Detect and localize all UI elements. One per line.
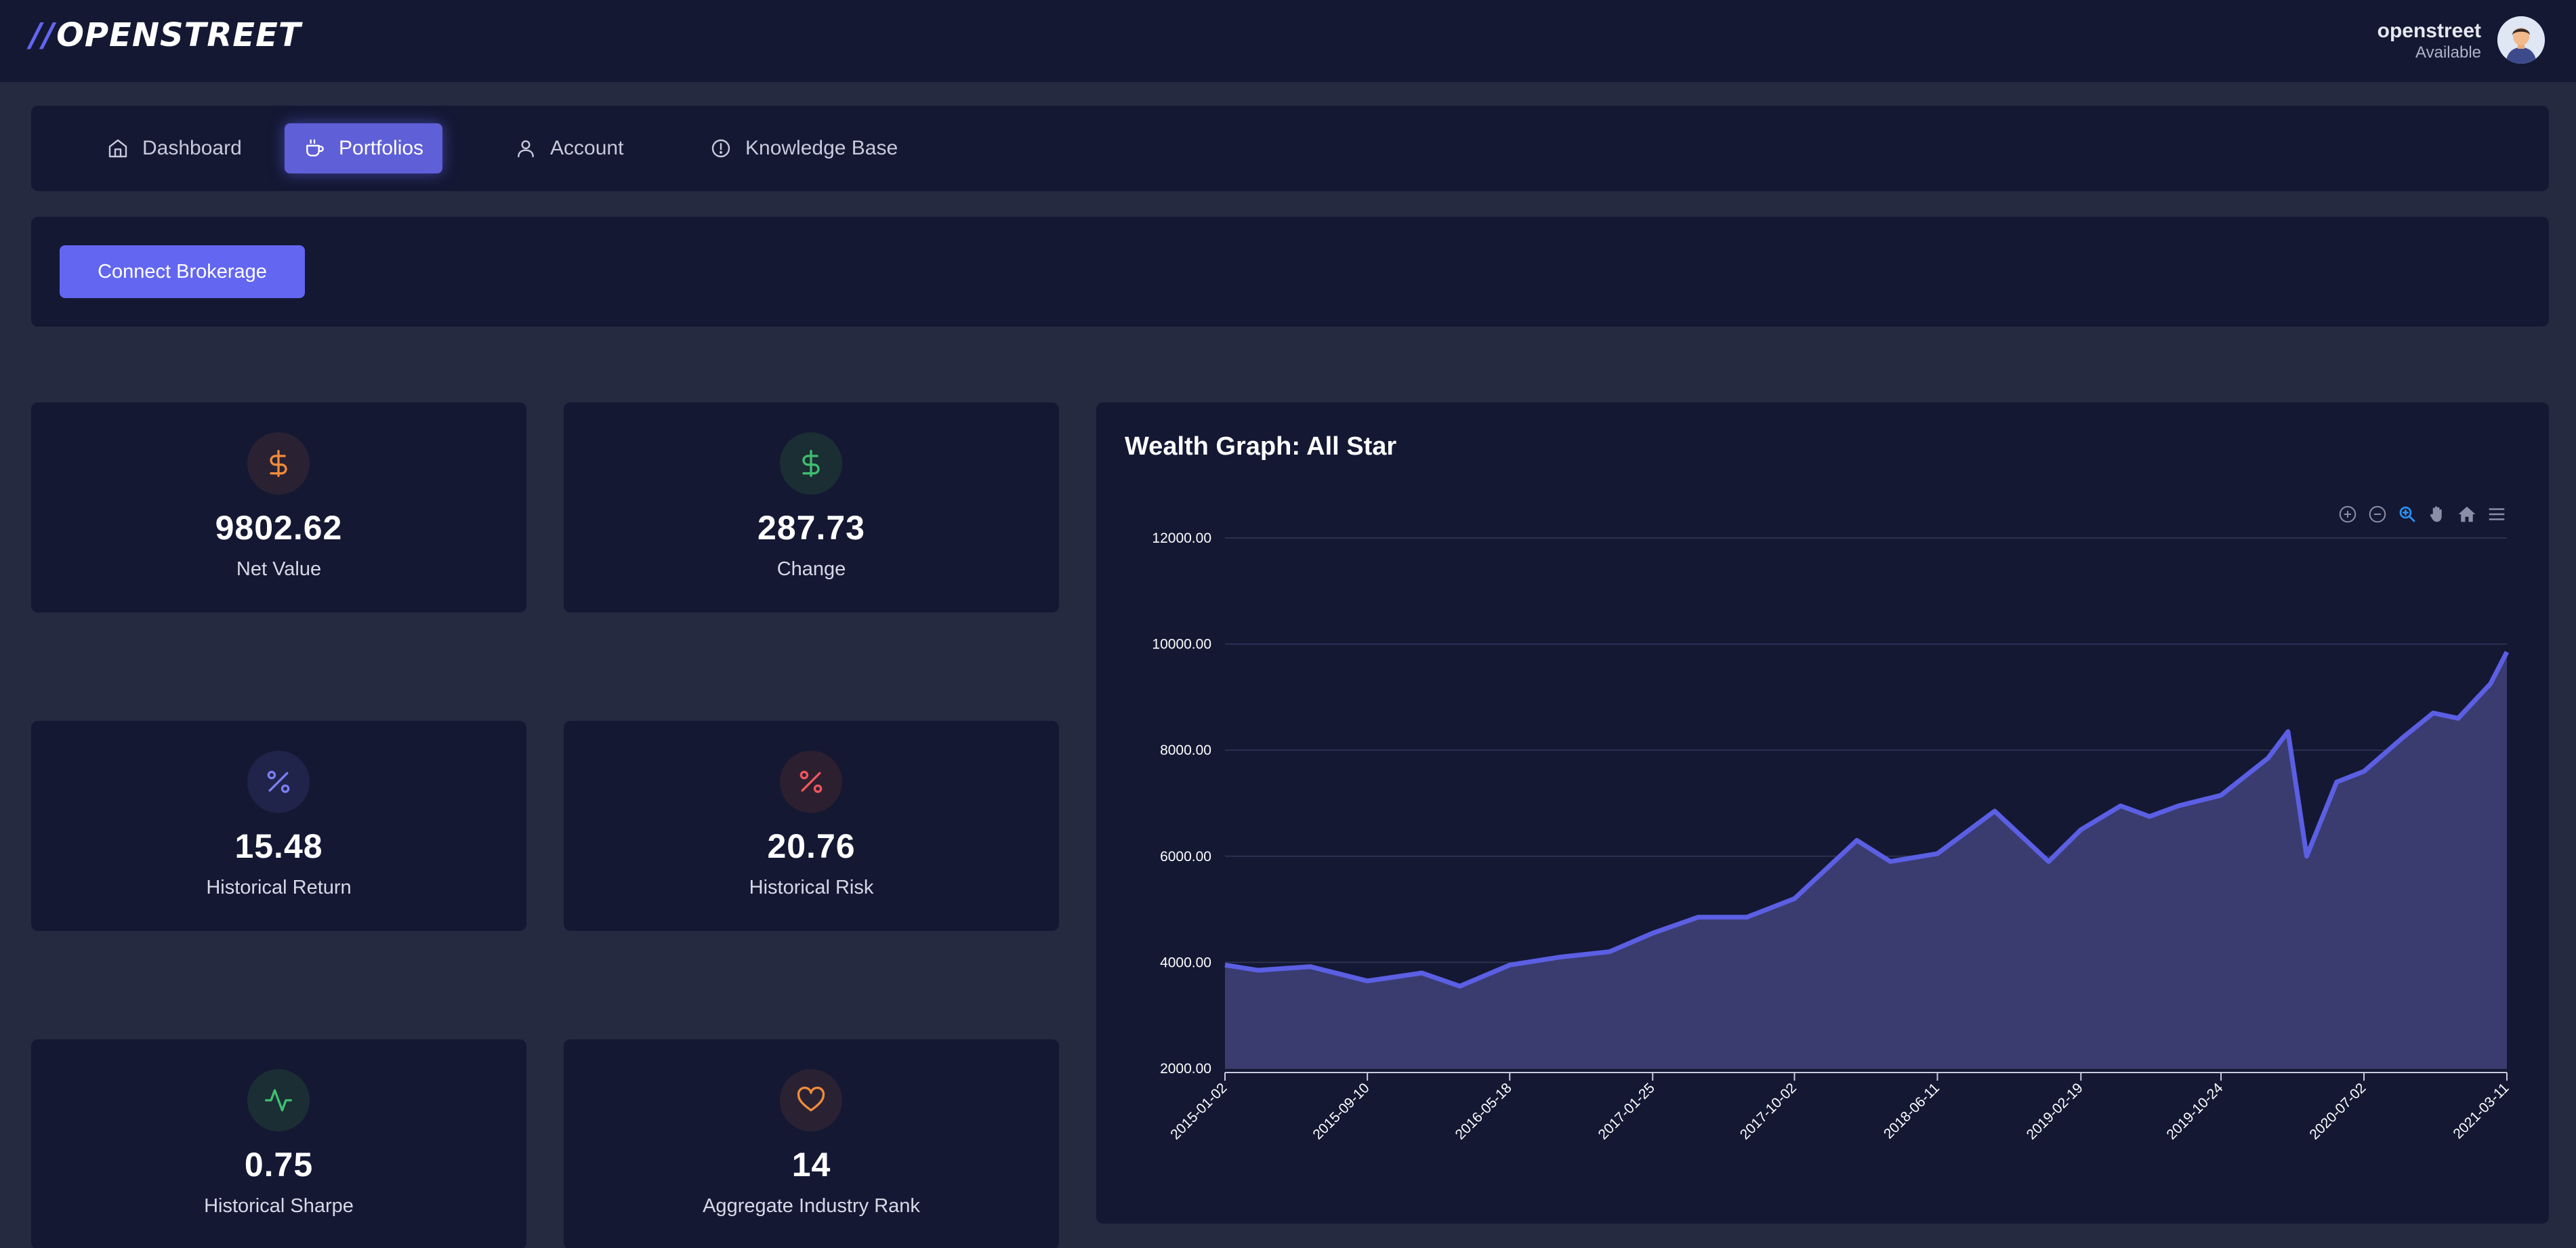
nav-item-dashboard[interactable]: Dashboard [88,123,261,173]
x-tick-label: 2021-03-11 [2450,1080,2512,1142]
x-tick-label: 2019-10-24 [2163,1080,2226,1142]
stat-card-change: 287.73 Change [564,402,1059,612]
stat-label: Net Value [236,558,322,580]
percent-icon [247,751,310,813]
nav-label-account: Account [550,137,624,159]
wealth-graph-card: Wealth Graph: All Star 2000.00 4000.00 600… [1096,402,2549,1224]
stat-label: Historical Sharpe [204,1195,354,1217]
x-tick-label: 2019-02-19 [2024,1080,2086,1142]
y-tick-label: 6000.00 [1160,849,1211,865]
stat-value: 20.76 [767,827,856,865]
y-tick-label: 4000.00 [1160,955,1211,970]
stat-value: 15.48 [234,827,323,865]
stat-card-historical-risk: 20.76 Historical Risk [564,721,1059,931]
zoom-out-icon[interactable] [2366,503,2389,526]
y-tick-label: 8000.00 [1160,743,1211,758]
x-tick-label: 2017-10-02 [1737,1080,1800,1142]
stat-label: Historical Risk [749,877,874,898]
percent-icon [780,751,842,813]
x-tick-label: 2015-01-02 [1167,1080,1230,1142]
stat-value: 287.73 [757,509,865,547]
info-icon [711,139,730,158]
pan-hand-icon[interactable] [2426,503,2449,526]
reset-home-icon[interactable] [2455,503,2478,526]
heart-icon [780,1069,842,1131]
nav-item-knowledge-base[interactable]: Knowledge Base [691,123,917,173]
x-tick-label: 2015-09-10 [1310,1080,1372,1142]
user-status: Available [2415,43,2481,62]
stat-value: 9802.62 [215,509,343,547]
menu-icon[interactable] [2485,503,2508,526]
activity-icon [247,1069,310,1131]
user-name: openstreet [2377,20,2481,42]
stat-label: Historical Return [206,877,352,898]
x-tick-label: 2016-05-18 [1453,1080,1515,1142]
connect-brokerage-button[interactable]: Connect Brokerage [60,245,305,298]
x-tick-label: 2018-06-11 [1881,1080,1943,1142]
brand-logo[interactable]: //OPENSTREET [30,16,302,54]
y-tick-label: 10000.00 [1152,637,1211,652]
stat-value: 14 [791,1146,831,1184]
stat-card-net-value: 9802.62 Net Value [31,402,526,612]
x-tick-label: 2020-07-02 [2306,1080,2369,1142]
wealth-chart[interactable]: 2000.00 4000.00 6000.00 8000.00 10000.00 1200… [1096,402,2549,1224]
avatar[interactable] [2497,16,2545,64]
stat-card-aggregate-industry-rank: 14 Aggregate Industry Rank [564,1039,1059,1248]
stat-label: Aggregate Industry Rank [703,1195,920,1217]
logo-text: OPENSTREET [56,16,302,54]
nav-label-portfolios: Portfolios [339,137,424,159]
stat-card-historical-return: 15.48 Historical Return [31,721,526,931]
coffee-icon [306,139,324,157]
top-bar: //OPENSTREET openstreet Available [0,0,2576,82]
nav-label-dashboard: Dashboard [142,137,242,159]
connect-panel: Connect Brokerage [31,217,2549,327]
user-info[interactable]: openstreet Available [2377,19,2481,62]
stat-label: Change [776,558,846,580]
nav-item-account[interactable]: Account [496,123,642,173]
stat-value: 0.75 [244,1146,314,1184]
y-tick-label: 12000.00 [1152,531,1211,546]
series-area [1225,652,2507,1068]
dollar-icon [247,432,310,495]
x-tick-label: 2017-01-25 [1596,1080,1658,1142]
nav-label-knowledge-base: Knowledge Base [745,137,898,159]
stat-card-historical-sharpe: 0.75 Historical Sharpe [31,1039,526,1248]
chart-toolbar [2336,503,2508,526]
home-icon [108,139,127,158]
logo-slashes: // [30,16,56,54]
user-icon [518,140,534,158]
dollar-icon [780,432,842,495]
nav-item-portfolios[interactable]: Portfolios [285,123,443,173]
main-nav: Dashboard Portfolios Account Knowledge B… [31,106,2549,191]
y-tick-label: 2000.00 [1160,1061,1211,1077]
selection-zoom-icon[interactable] [2396,503,2419,526]
zoom-in-icon[interactable] [2336,503,2359,526]
